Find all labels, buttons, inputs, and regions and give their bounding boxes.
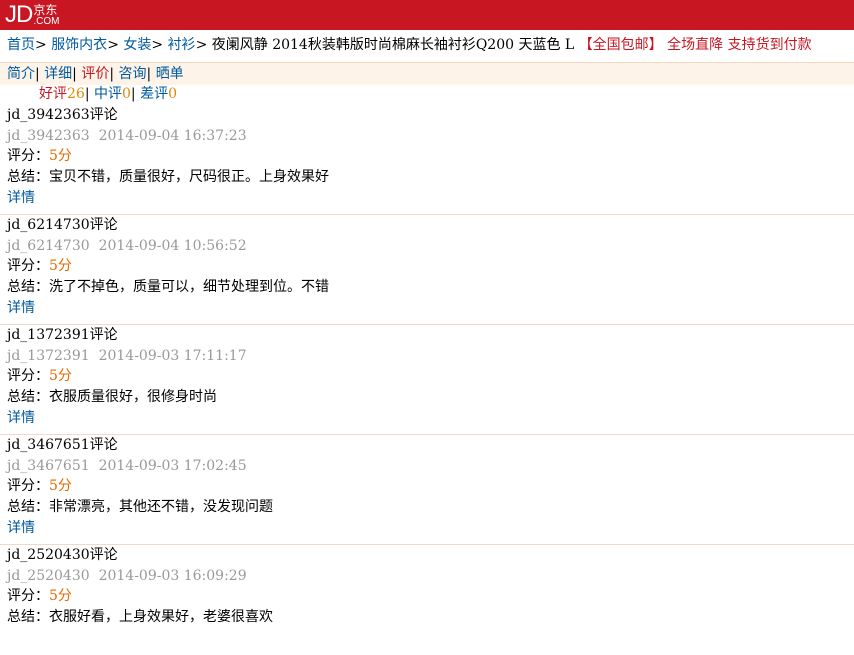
review-detail-link[interactable]: 详情 — [7, 410, 35, 426]
review-title: jd_2520430评论 — [7, 547, 118, 563]
promo-cod: 支持货到付款 — [727, 37, 812, 53]
review-score: 评分：5分 — [7, 478, 72, 495]
review-score: 评分：5分 — [7, 368, 72, 385]
review-summary: 总结：衣服好看，上身效果好，老婆很喜欢 — [7, 609, 273, 626]
logo-jd-text: JD — [5, 1, 33, 28]
breadcrumb-apparel[interactable]: 服饰内衣 — [51, 37, 107, 53]
review-item: jd_6214730评论 jd_6214730 2014-09-04 10:56… — [0, 215, 854, 325]
review-meta: jd_6214730 2014-09-04 10:56:52 — [7, 237, 247, 254]
logo-cn-text: 京东 — [33, 3, 58, 17]
jd-logo[interactable]: JD 京东 .COM — [5, 2, 59, 28]
tab-showcase[interactable]: 晒单 — [156, 66, 184, 82]
review-meta: jd_1372391 2014-09-03 17:11:17 — [7, 347, 247, 364]
tab-reviews[interactable]: 评价 — [81, 66, 109, 82]
review-title: jd_3467651评论 — [7, 437, 118, 453]
tab-intro[interactable]: 简介 — [7, 66, 35, 82]
tab-bar: 简介| 详细| 评价| 咨询| 晒单 — [0, 62, 854, 85]
promo-free-shipping: 【全国包邮】 — [578, 37, 663, 53]
review-detail-link[interactable]: 详情 — [7, 300, 35, 316]
review-summary: 总结：非常漂亮，其他还不错，没发现问题 — [7, 499, 273, 516]
review-title: jd_3942363评论 — [7, 107, 118, 123]
review-meta: jd_3467651 2014-09-03 17:02:45 — [7, 457, 247, 474]
review-title: jd_6214730评论 — [7, 217, 118, 233]
breadcrumb-home[interactable]: 首页 — [7, 37, 35, 53]
review-meta: jd_2520430 2014-09-03 16:09:29 — [7, 567, 247, 584]
review-score: 评分：5分 — [7, 588, 72, 605]
review-item: jd_3942363评论 jd_3942363 2014-09-04 16:37… — [0, 105, 854, 215]
review-summary: 总结：宝贝不错，质量很好，尺码很正。上身效果好 — [7, 169, 329, 186]
breadcrumb: 首页> 服饰内衣> 女装> 衬衫> 夜阑风静 2014秋装韩版时尚棉麻长袖衬衫Q… — [7, 37, 812, 53]
review-score: 评分：5分 — [7, 148, 72, 165]
promo-sale: 全场直降 — [667, 37, 724, 53]
review-item: jd_3467651评论 jd_3467651 2014-09-03 17:02… — [0, 435, 854, 545]
review-list: jd_3942363评论 jd_3942363 2014-09-04 16:37… — [0, 105, 854, 655]
tab-detail[interactable]: 详细 — [44, 66, 72, 82]
filter-good[interactable]: 好评26 — [39, 86, 85, 102]
logo-com-text: .COM — [33, 16, 60, 27]
filter-bad[interactable]: 差评0 — [140, 86, 177, 102]
review-detail-link[interactable]: 详情 — [7, 520, 35, 536]
review-summary: 总结：衣服质量很好，很修身时尚 — [7, 389, 217, 406]
review-item: jd_2520430评论 jd_2520430 2014-09-03 16:09… — [0, 545, 854, 655]
review-detail-link[interactable]: 详情 — [7, 190, 35, 206]
breadcrumb-women[interactable]: 女装 — [123, 37, 151, 53]
review-counts: 好评26| 中评0| 差评0 — [39, 86, 178, 102]
review-meta: jd_3942363 2014-09-04 16:37:23 — [7, 127, 247, 144]
filter-mid[interactable]: 中评0 — [94, 86, 131, 102]
review-title: jd_1372391评论 — [7, 327, 118, 343]
top-bar: JD 京东 .COM — [0, 0, 854, 30]
review-summary: 总结：洗了不掉色，质量可以，细节处理到位。不错 — [7, 279, 329, 296]
review-item: jd_1372391评论 jd_1372391 2014-09-03 17:11… — [0, 325, 854, 435]
breadcrumb-shirts[interactable]: 衬衫 — [168, 37, 196, 53]
tab-consult[interactable]: 咨询 — [119, 66, 147, 82]
review-score: 评分：5分 — [7, 258, 72, 275]
product-title: 夜阑风静 2014秋装韩版时尚棉麻长袖衬衫Q200 天蓝色 L — [211, 37, 575, 53]
